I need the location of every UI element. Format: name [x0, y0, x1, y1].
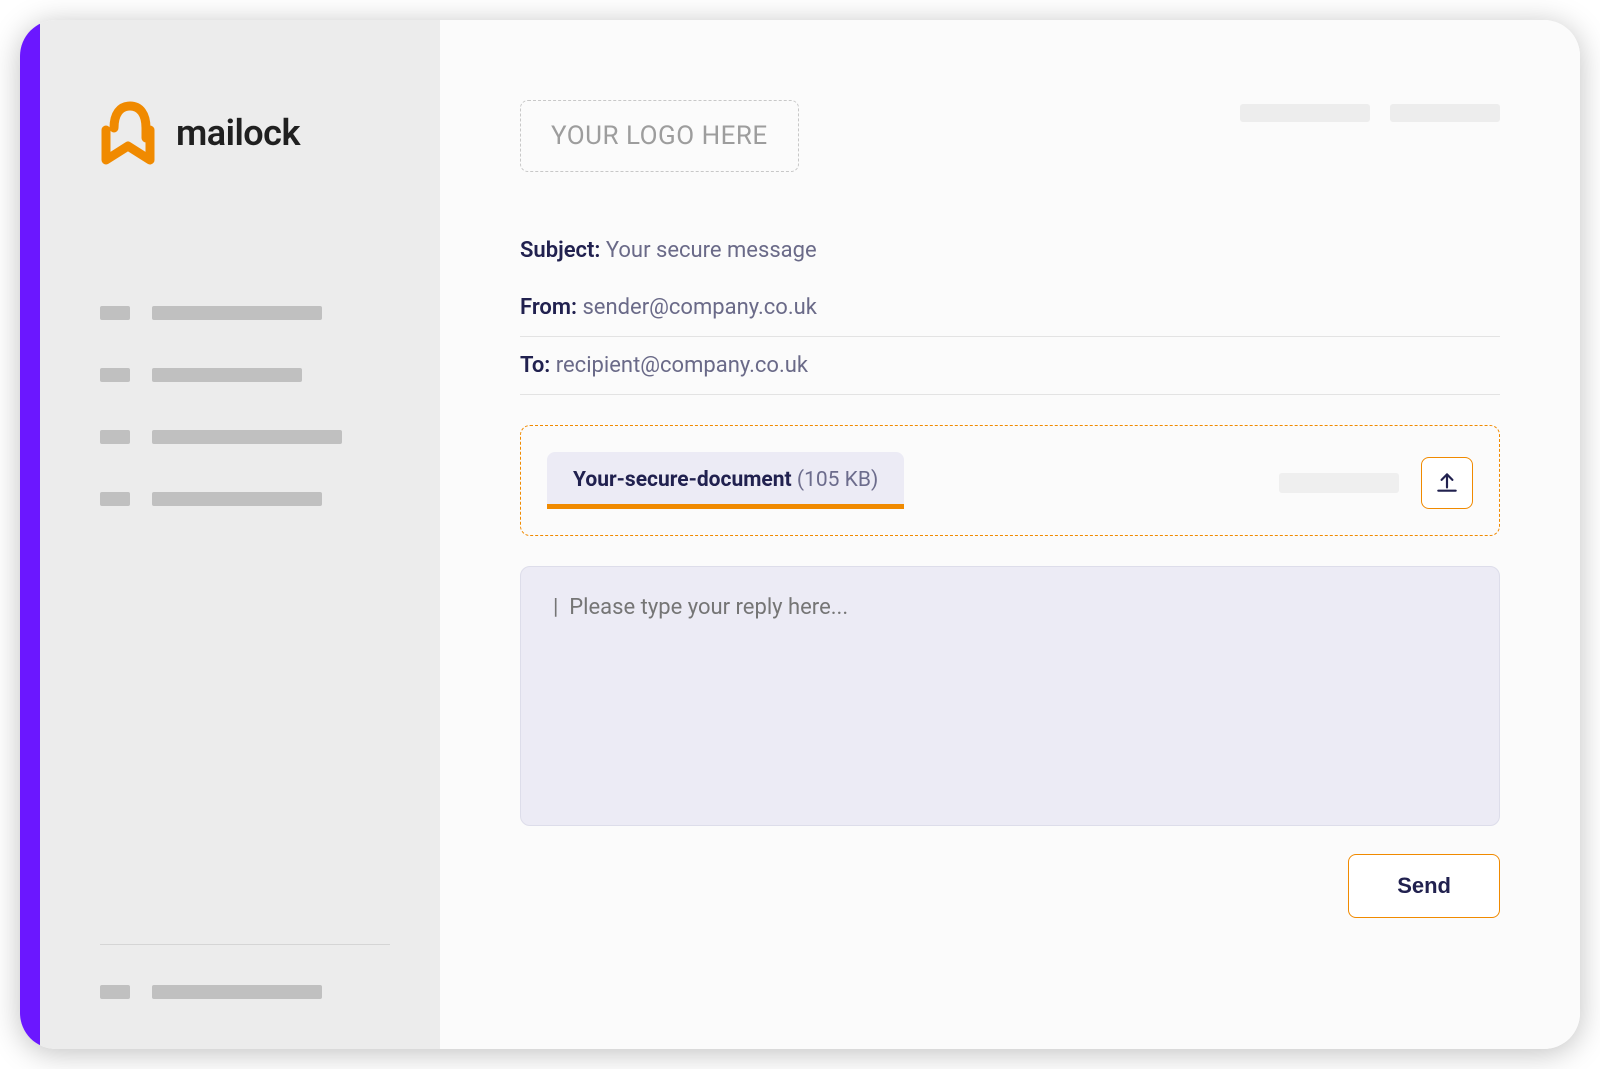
main-content: YOUR LOGO HERE Subject: Your secure mess… — [440, 20, 1580, 1049]
sidebar-item[interactable] — [100, 985, 390, 999]
nav-icon-placeholder — [100, 306, 130, 320]
nav-icon-placeholder — [100, 430, 130, 444]
brand-name: mailock — [176, 112, 300, 154]
upload-button[interactable] — [1421, 457, 1473, 509]
accent-strip — [20, 20, 40, 1049]
mailock-icon — [100, 100, 156, 166]
from-row: From: sender@company.co.uk — [520, 279, 1500, 337]
send-button[interactable]: Send — [1348, 854, 1500, 918]
nav-label-placeholder — [152, 306, 322, 320]
brand-logo: mailock — [100, 100, 390, 166]
subject-label: Subject: — [520, 238, 600, 263]
attachment-chip[interactable]: Your-secure-document (105 KB) — [547, 452, 904, 509]
sidebar-item[interactable] — [100, 430, 390, 444]
attachments-dropzone[interactable]: Your-secure-document (105 KB) — [520, 425, 1500, 536]
attachment-name: Your-secure-document — [573, 468, 792, 492]
subject-value: Your secure message — [606, 238, 817, 263]
to-label: To: — [520, 353, 550, 378]
to-value: recipient@company.co.uk — [556, 353, 808, 378]
app-window: mailock — [20, 20, 1580, 1049]
subject-row: Subject: Your secure message — [520, 222, 1500, 279]
from-value: sender@company.co.uk — [582, 295, 816, 320]
sidebar-item[interactable] — [100, 306, 390, 320]
nav-label-placeholder — [152, 985, 322, 999]
header-row: YOUR LOGO HERE — [520, 100, 1500, 172]
sidebar-item[interactable] — [100, 368, 390, 382]
nav-label-placeholder — [152, 492, 322, 506]
header-placeholder — [1390, 104, 1500, 122]
upload-icon — [1434, 469, 1460, 498]
header-actions-placeholder — [1240, 104, 1500, 122]
nav-label-placeholder — [152, 368, 302, 382]
attachment-size: (105 KB) — [797, 468, 878, 492]
from-label: From: — [520, 295, 577, 320]
sidebar: mailock — [40, 20, 440, 1049]
message-headers: Subject: Your secure message From: sende… — [520, 222, 1500, 395]
attachment-label-placeholder — [1279, 473, 1399, 493]
send-row: Send — [520, 854, 1500, 918]
attachment-actions — [1279, 457, 1473, 509]
nav-icon-placeholder — [100, 492, 130, 506]
sidebar-nav — [100, 306, 390, 506]
reply-textarea[interactable] — [520, 566, 1500, 826]
nav-icon-placeholder — [100, 985, 130, 999]
sidebar-item[interactable] — [100, 492, 390, 506]
sidebar-footer — [100, 944, 390, 999]
header-placeholder — [1240, 104, 1370, 122]
nav-label-placeholder — [152, 430, 342, 444]
customer-logo-placeholder: YOUR LOGO HERE — [520, 100, 799, 172]
to-row: To: recipient@company.co.uk — [520, 337, 1500, 395]
nav-icon-placeholder — [100, 368, 130, 382]
